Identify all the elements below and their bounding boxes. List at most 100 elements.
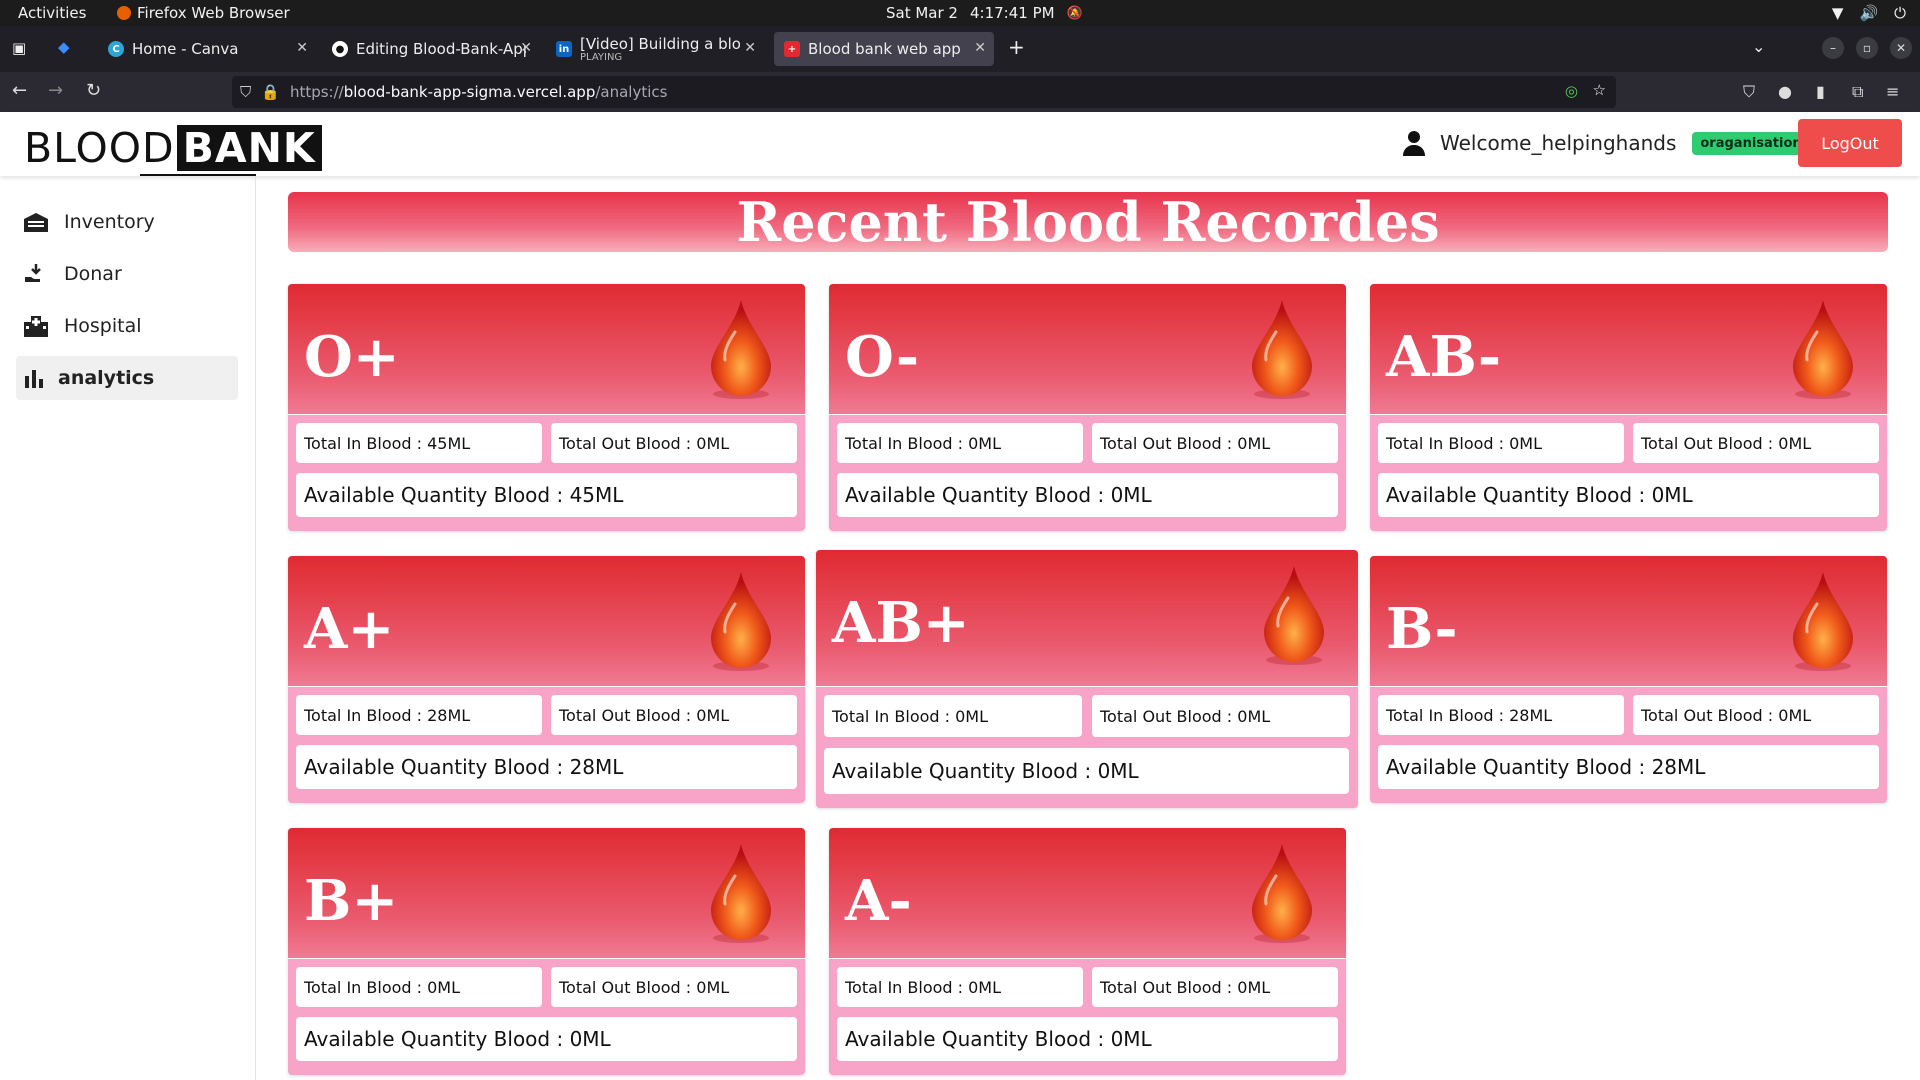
blood-group-label: B- — [1386, 596, 1458, 662]
app-menu[interactable]: Firefox Web Browser — [117, 4, 290, 22]
tab-github[interactable]: ● Editing Blood-Bank-App/ ✕ — [322, 32, 540, 66]
menu-icon[interactable]: ≡ — [1886, 82, 1899, 101]
total-out-field: Total Out Blood : 0ML — [1092, 695, 1350, 737]
sidebar: Inventory Donar Hospital analytics — [0, 176, 256, 1080]
welcome-text: Welcome_helpinghands — [1440, 131, 1677, 155]
close-tab-icon[interactable]: ✕ — [296, 40, 308, 56]
date-text: Sat Mar 2 — [886, 4, 958, 22]
sidebar-item-label: Inventory — [64, 211, 155, 233]
app-name: Firefox Web Browser — [137, 4, 290, 22]
blood-group-label: O- — [845, 324, 920, 390]
card-header: A- — [829, 828, 1346, 959]
reload-icon[interactable]: ↻ — [86, 80, 101, 101]
total-out-field: Total Out Blood : 0ML — [1092, 423, 1338, 463]
total-out-field: Total Out Blood : 0ML — [1092, 967, 1338, 1007]
blood-drop-icon — [1793, 300, 1853, 399]
url-path: /analytics — [595, 83, 668, 101]
firefox-view-icon[interactable]: ▣ — [12, 39, 26, 57]
card-header: AB- — [1370, 284, 1887, 415]
blood-drop-icon — [1252, 300, 1312, 399]
tab-linkedin-video[interactable]: in [Video] Building a blood PLAYING ✕ — [546, 32, 764, 66]
minimize-icon[interactable]: – — [1822, 37, 1844, 59]
account-icon[interactable]: ● — [1778, 82, 1792, 101]
web-page: BLOOD BANK Welcome_helpinghands oraganis… — [0, 112, 1920, 1080]
tab-blood-bank[interactable]: + Blood bank web app ✕ — [774, 32, 994, 66]
tab-playing-label: PLAYING — [580, 52, 623, 63]
blood-group-card-A-neg: A- Total In Blood : 0ML Total Out Blood … — [829, 828, 1346, 1075]
total-out-field: Total Out Blood : 0ML — [551, 967, 797, 1007]
tab-label: [Video] Building a blood — [580, 35, 740, 53]
pinned-tab-icon[interactable]: ◆ — [58, 38, 70, 56]
sidebar-item-analytics[interactable]: analytics — [16, 356, 238, 400]
time-text: 4:17:41 PM — [969, 4, 1055, 22]
linkedin-icon: in — [556, 41, 572, 57]
total-out-field: Total Out Blood : 0ML — [1633, 423, 1879, 463]
tab-label: Blood bank web app — [808, 40, 961, 58]
sidebar-item-hospital[interactable]: Hospital — [16, 304, 238, 348]
available-quantity-field: Available Quantity Blood : 0ML — [837, 1017, 1338, 1061]
system-top-bar: Activities Firefox Web Browser Sat Mar 2… — [0, 0, 1920, 26]
browser-tab-strip: ▣ ◆ C Home - Canva ✕ ● Editing Blood-Ban… — [0, 26, 1920, 72]
total-in-field: Total In Blood : 0ML — [837, 423, 1083, 463]
forward-icon[interactable]: → — [48, 80, 63, 101]
wifi-icon: ▼ — [1831, 4, 1844, 22]
blood-drop-icon — [711, 844, 771, 943]
total-in-field: Total In Blood : 0ML — [296, 967, 542, 1007]
blood-bank-favicon: + — [784, 41, 800, 57]
system-tray[interactable]: ▼ 🔊 ⏻ — [1832, 4, 1906, 22]
card-header: A+ — [288, 556, 805, 687]
logout-button[interactable]: LogOut — [1798, 119, 1902, 167]
close-tab-icon[interactable]: ✕ — [744, 40, 756, 56]
volume-icon: 🔊 — [1859, 4, 1879, 22]
blood-group-label: A- — [845, 868, 912, 934]
close-window-icon[interactable]: ✕ — [1890, 37, 1912, 59]
total-in-field: Total In Blood : 0ML — [837, 967, 1083, 1007]
blood-group-card-AB-neg: AB- Total In Blood : 0ML Total Out Blood… — [1370, 284, 1887, 531]
tab-label: Home - Canva — [132, 40, 239, 58]
page-title-banner: Recent Blood Recordes — [288, 190, 1888, 254]
available-quantity-field: Available Quantity Blood : 0ML — [837, 473, 1338, 517]
user-icon — [1403, 131, 1425, 156]
blood-drop-icon — [711, 300, 771, 399]
card-header: B- — [1370, 556, 1887, 687]
hospital-icon — [22, 315, 50, 337]
card-header: O- — [829, 284, 1346, 415]
available-quantity-field: Available Quantity Blood : 28ML — [1378, 745, 1879, 789]
bar-chart-icon — [20, 367, 48, 389]
github-icon: ● — [332, 41, 348, 57]
total-out-field: Total Out Blood : 0ML — [1633, 695, 1879, 735]
back-icon[interactable]: ← — [12, 80, 27, 101]
blood-group-label: O+ — [304, 324, 400, 390]
shield-icon: ⛉ — [240, 83, 252, 101]
extension-icon[interactable]: ▮ — [1816, 82, 1825, 101]
app-header: BLOOD BANK Welcome_helpinghands oraganis… — [0, 112, 1920, 176]
address-bar[interactable]: ⛉ 🔒 https:// blood-bank-app-sigma.vercel… — [232, 76, 1616, 108]
browser-nav-bar: ← → ↻ ⛉ 🔒 https:// blood-bank-app-sigma.… — [0, 72, 1920, 112]
logo[interactable]: BLOOD BANK — [24, 124, 322, 172]
bookmark-star-icon[interactable]: ☆ — [1593, 81, 1606, 99]
tab-home-canva[interactable]: C Home - Canva ✕ — [98, 32, 316, 66]
total-in-field: Total In Blood : 45ML — [296, 423, 542, 463]
url-protocol: https:// — [289, 83, 344, 101]
tab-label: Editing Blood-Bank-App/ — [356, 40, 526, 58]
new-tab-icon[interactable]: + — [1008, 35, 1025, 59]
sidebar-item-inventory[interactable]: Inventory — [16, 200, 238, 244]
close-tab-icon[interactable]: ✕ — [974, 40, 986, 56]
sidebar-item-label: analytics — [58, 367, 155, 389]
extension-icon[interactable]: ◎ — [1565, 82, 1578, 100]
activities-button[interactable]: Activities — [18, 4, 86, 22]
restore-icon[interactable]: ▫ — [1856, 37, 1878, 59]
available-quantity-field: Available Quantity Blood : 28ML — [296, 745, 797, 789]
close-tab-icon[interactable]: ✕ — [520, 40, 532, 56]
pocket-icon[interactable]: ⛉ — [1743, 82, 1755, 102]
list-all-tabs-icon[interactable]: ⌄ — [1752, 37, 1765, 56]
sidebar-item-label: Hospital — [64, 315, 142, 337]
clock[interactable]: Sat Mar 2 4:17:41 PM 🔕 — [886, 4, 1083, 22]
card-header: O+ — [288, 284, 805, 415]
extensions-icon[interactable]: ⧉ — [1852, 82, 1863, 102]
sidebar-item-donar[interactable]: Donar — [16, 252, 238, 296]
total-in-field: Total In Blood : 0ML — [824, 695, 1082, 737]
sidebar-item-label: Donar — [64, 263, 122, 285]
power-icon: ⏻ — [1894, 4, 1906, 22]
total-out-field: Total Out Blood : 0ML — [551, 423, 797, 463]
